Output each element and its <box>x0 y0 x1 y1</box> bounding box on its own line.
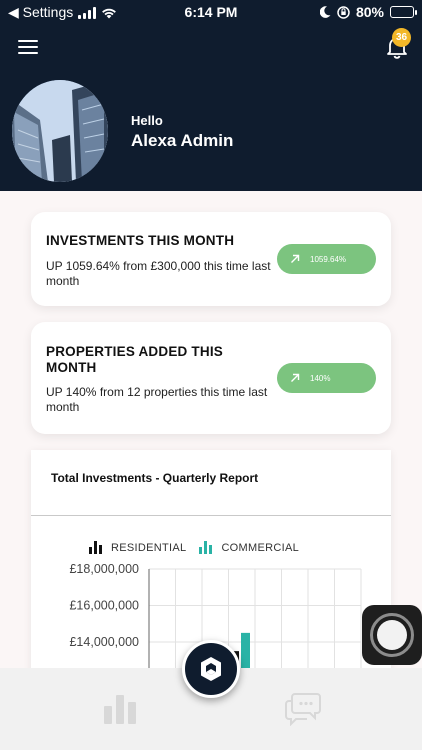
trend-value: 140% <box>310 373 331 383</box>
chart-legend: RESIDENTIAL COMMERCIAL <box>89 541 312 554</box>
y-tick-label: £18,000,000 <box>69 562 139 576</box>
card-description: UP 140% from 12 properties this time las… <box>46 385 268 414</box>
chat-icon[interactable] <box>285 692 321 726</box>
notification-count-badge: 36 <box>392 28 411 47</box>
investments-trend-badge[interactable]: 1059.64% <box>277 244 376 274</box>
chart-title: Total Investments - Quarterly Report <box>51 471 259 485</box>
battery-percent: 80% <box>355 4 384 20</box>
home-logo-button[interactable] <box>182 640 240 698</box>
investments-card: INVESTMENTS THIS MONTH UP 1059.64% from … <box>31 212 391 306</box>
user-name: Alexa Admin <box>131 131 234 150</box>
y-tick-label: £14,000,000 <box>69 635 139 649</box>
properties-trend-badge[interactable]: 140% <box>277 363 376 393</box>
arrow-up-right-icon <box>291 373 300 382</box>
card-title: PROPERTIES ADDED THIS MONTH <box>46 344 223 375</box>
status-bar: ◀ Settings 6:14 PM 80% <box>0 0 422 24</box>
moon-icon <box>319 6 331 18</box>
legend-label: COMMERCIAL <box>221 541 299 554</box>
commercial-bars-icon <box>199 541 213 554</box>
assistive-touch-button[interactable] <box>362 605 422 665</box>
legend-item-commercial[interactable]: COMMERCIAL <box>199 541 299 554</box>
app-header: ◀ Settings 6:14 PM 80% 36 Hello Alexa Ad… <box>0 0 422 191</box>
residential-bars-icon <box>89 541 102 554</box>
trend-value: 1059.64% <box>310 254 347 264</box>
legend-item-residential[interactable]: RESIDENTIAL <box>89 541 186 554</box>
properties-card: PROPERTIES ADDED THIS MONTH UP 140% from… <box>31 322 391 434</box>
card-description: UP 1059.64% from £300,000 this time last… <box>46 259 271 288</box>
legend-label: RESIDENTIAL <box>111 541 187 554</box>
greeting-label: Hello <box>131 113 163 128</box>
logo-icon <box>201 657 221 681</box>
battery-icon <box>390 6 417 18</box>
divider <box>31 515 391 516</box>
arrow-up-right-icon <box>291 254 300 263</box>
orientation-lock-icon <box>337 5 350 19</box>
y-tick-label: £16,000,000 <box>69 599 139 613</box>
avatar[interactable] <box>12 80 108 182</box>
bar-chart-icon[interactable] <box>104 692 138 724</box>
card-title: INVESTMENTS THIS MONTH <box>46 233 235 248</box>
hamburger-menu-icon[interactable] <box>18 40 38 54</box>
